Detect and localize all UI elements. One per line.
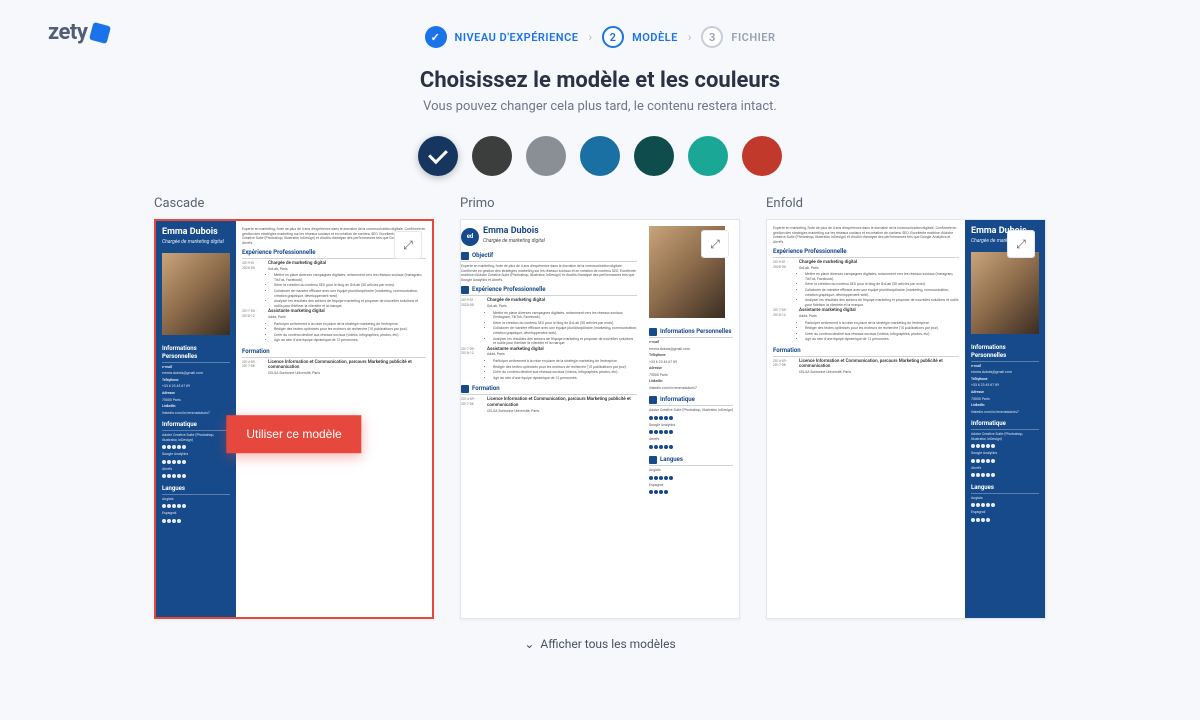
- step-template[interactable]: 2 MODÈLE: [602, 26, 678, 48]
- zoom-icon[interactable]: ⤢: [1007, 230, 1035, 258]
- education-icon: [461, 385, 469, 393]
- color-swatch[interactable]: [688, 136, 728, 176]
- step-file[interactable]: 3 FICHIER: [701, 26, 775, 48]
- color-swatch[interactable]: [526, 136, 566, 176]
- chevron-down-icon: ⌄: [524, 637, 534, 651]
- user-icon: [649, 328, 657, 336]
- template-card[interactable]: ⤢ Experte en marketing, forte de plus de…: [766, 219, 1046, 619]
- color-swatch[interactable]: [634, 136, 674, 176]
- page-subtitle: Vous pouvez changer cela plus tard, le c…: [0, 99, 1200, 114]
- chevron-right-icon: ›: [588, 30, 592, 44]
- target-icon: [461, 252, 469, 260]
- step-experience[interactable]: ✓ NIVEAU D'EXPÉRIENCE: [425, 26, 579, 48]
- zoom-icon[interactable]: ⤢: [701, 230, 729, 258]
- stepper: ✓ NIVEAU D'EXPÉRIENCE › 2 MODÈLE › 3 FIC…: [0, 0, 1200, 48]
- monitor-icon: [649, 396, 657, 404]
- color-swatch[interactable]: [580, 136, 620, 176]
- page-heading: Choisissez le modèle et les couleurs Vou…: [0, 68, 1200, 114]
- globe-icon: [649, 456, 657, 464]
- resume-preview: Experte en marketing, forte de plus de 4…: [767, 220, 1045, 618]
- template-grid: Cascade ⤢ Utiliser ce modèle Emma Dubois…: [0, 196, 1200, 619]
- color-swatch[interactable]: [418, 136, 458, 176]
- color-picker: [0, 136, 1200, 176]
- brand-name: zety: [48, 20, 87, 45]
- template-cascade[interactable]: Cascade ⤢ Utiliser ce modèle Emma Dubois…: [154, 196, 434, 619]
- template-card[interactable]: ⤢ Utiliser ce modèle Emma Dubois Chargée…: [154, 219, 434, 619]
- color-swatch[interactable]: [472, 136, 512, 176]
- avatar: [971, 252, 1039, 334]
- chevron-right-icon: ›: [688, 30, 692, 44]
- show-all-templates[interactable]: ⌄ Afficher tous les modèles: [0, 637, 1200, 651]
- template-enfold[interactable]: Enfold ⤢ Experte en marketing, forte de …: [766, 196, 1046, 619]
- page-title: Choisissez le modèle et les couleurs: [0, 68, 1200, 93]
- zoom-icon[interactable]: ⤢: [394, 231, 422, 259]
- color-swatch[interactable]: [742, 136, 782, 176]
- briefcase-icon: [461, 286, 469, 294]
- use-template-button[interactable]: Utiliser ce modèle: [226, 415, 361, 453]
- template-primo[interactable]: Primo ⤢ ed Emma Dubois Chargée de market…: [460, 196, 740, 619]
- brand-mark-icon: [89, 21, 111, 43]
- avatar: [162, 253, 230, 335]
- brand-logo[interactable]: zety: [48, 20, 109, 45]
- template-card[interactable]: ⤢ ed Emma Dubois Chargée de marketing di…: [460, 219, 740, 619]
- resume-preview: ed Emma Dubois Chargée de marketing digi…: [461, 220, 739, 618]
- check-icon: ✓: [425, 26, 447, 48]
